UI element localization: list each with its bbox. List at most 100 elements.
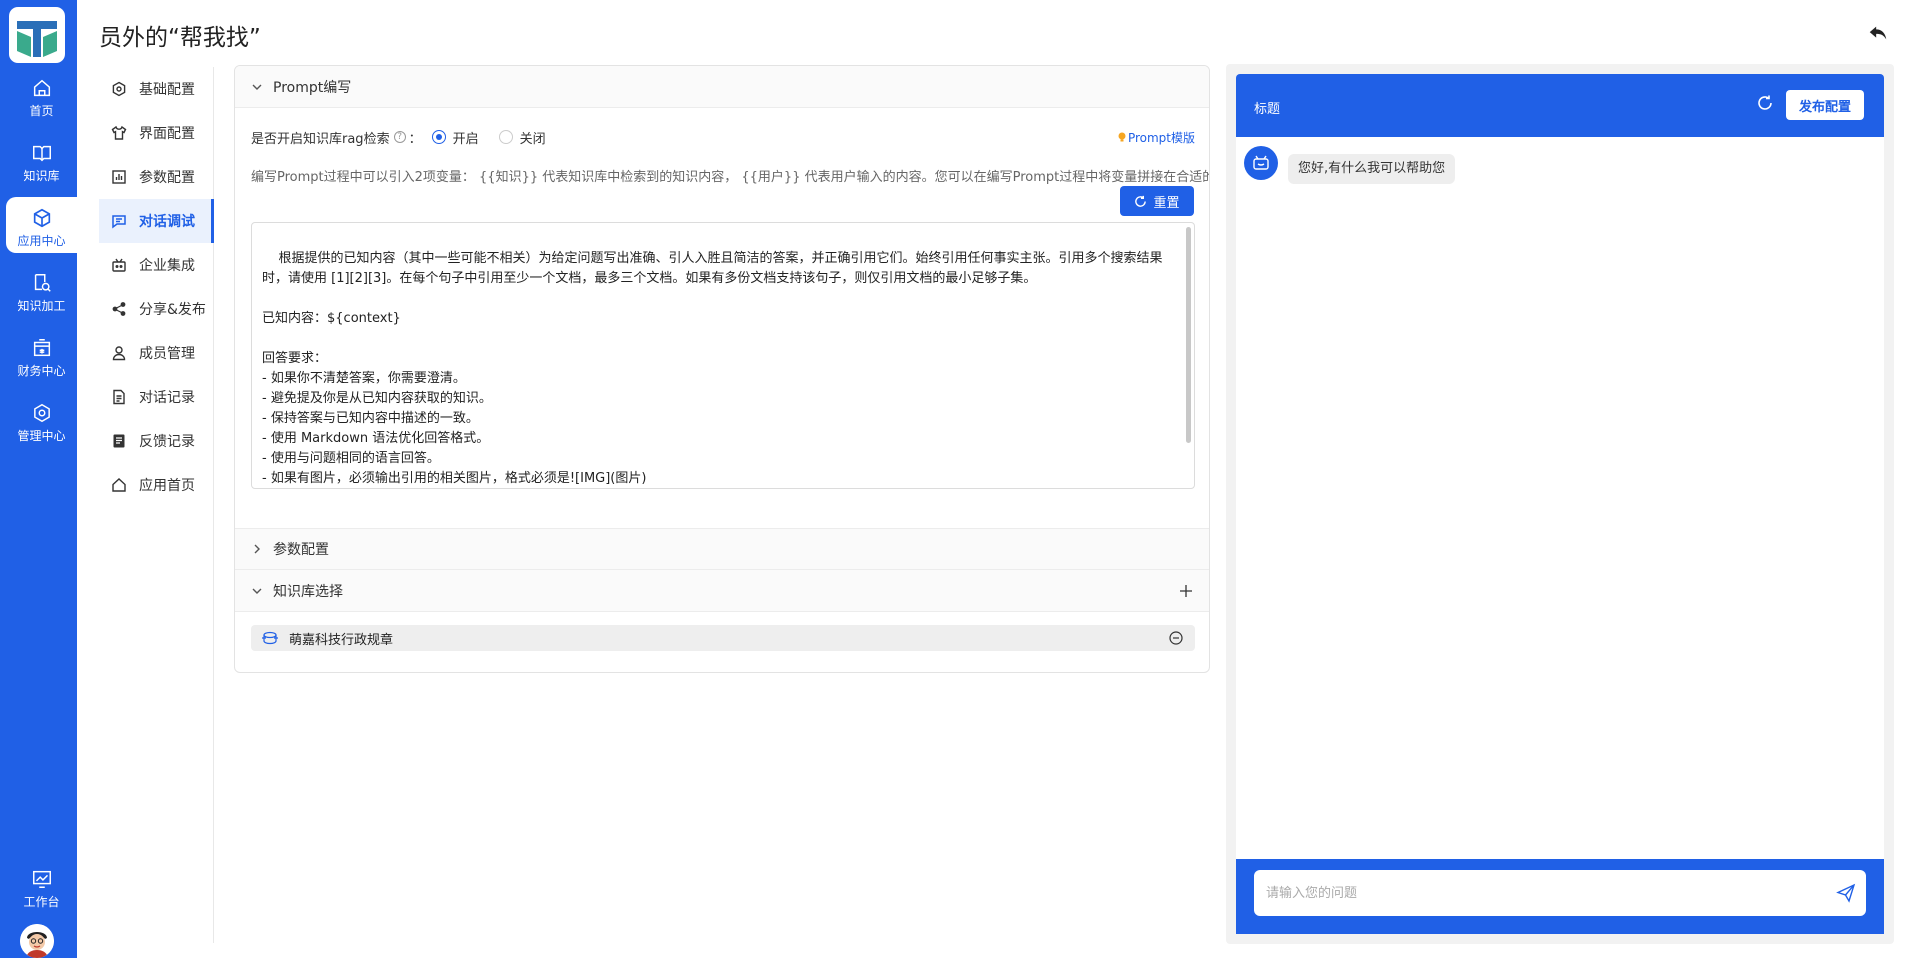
prompt-section-header[interactable]: Prompt编写 — [235, 66, 1209, 108]
page-title: 员外的“帮我找” — [99, 25, 261, 51]
share-icon — [112, 302, 126, 316]
bot-message: 您好,有什么我可以帮助您 — [1288, 154, 1456, 184]
prompt-textarea[interactable]: 根据提供的已知内容（其中一些可能不相关）为给定问题写出准确、引人入胜且简洁的答案… — [251, 222, 1195, 489]
template-link-label: Prompt模版 — [1127, 130, 1195, 145]
cube-icon — [33, 208, 50, 228]
nav-item-label: 知识加工 — [17, 299, 66, 313]
gear-icon — [33, 403, 50, 423]
section-title: Prompt编写 — [273, 79, 352, 96]
target-icon — [112, 81, 126, 97]
kb-item-name: 萌嘉科技行政规章 — [289, 632, 394, 648]
book-icon — [32, 145, 51, 162]
bar-chart-icon — [112, 170, 126, 184]
menu-item-ui-config[interactable]: 界面配置 — [99, 111, 214, 155]
menu-item-label: 参数配置 — [139, 170, 195, 186]
notebook-icon — [113, 434, 125, 448]
kb-section-header[interactable]: 知识库选择 — [235, 570, 1209, 612]
menu-item-label: 对话记录 — [139, 390, 195, 406]
nav-item-label: 知识库 — [23, 169, 60, 183]
param-section-header[interactable]: 参数配置 — [235, 528, 1209, 570]
rag-on-label[interactable]: 开启 — [453, 128, 479, 147]
chat-input-bar — [1236, 859, 1884, 934]
nav-item-knowledge-processing[interactable]: 知识加工 — [6, 262, 77, 318]
reset-label: 重置 — [1153, 194, 1180, 210]
menu-item-chat-records[interactable]: 对话记录 — [99, 375, 214, 419]
document-icon — [113, 389, 125, 405]
reset-button[interactable]: 重置 — [1120, 186, 1194, 216]
config-panel: Prompt编写 是否开启知识库rag检索 ? ： 开启 关闭 Prompt模版… — [234, 65, 1210, 673]
menu-item-feedback-records[interactable]: 反馈记录 — [99, 419, 214, 463]
section-title: 参数配置 — [273, 542, 329, 558]
finance-icon — [33, 339, 50, 357]
chat-messages: 您好,有什么我可以帮助您 — [1236, 137, 1884, 859]
chat-header: 标题 发布配置 — [1236, 74, 1884, 137]
rag-label: 是否开启知识库rag检索 — [251, 131, 390, 147]
chat-title: 标题 — [1254, 102, 1281, 117]
menu-item-label: 界面配置 — [139, 126, 195, 142]
nav-item-app-center[interactable]: 应用中心 — [6, 197, 77, 253]
user-avatar[interactable] — [20, 924, 54, 958]
menu-item-label: 分享&发布 — [139, 302, 206, 318]
menu-item-chat-debug[interactable]: 对话调试 — [99, 199, 214, 243]
rag-off-label[interactable]: 关闭 — [520, 128, 546, 147]
lightbulb-icon — [1118, 132, 1126, 142]
app-logo — [9, 7, 65, 63]
back-arrow-icon[interactable] — [1867, 22, 1889, 44]
menu-item-basic-config[interactable]: 基础配置 — [99, 67, 214, 111]
nav-item-home[interactable]: 首页 — [6, 67, 77, 123]
plus-icon[interactable] — [1179, 584, 1193, 598]
menu-item-label: 成员管理 — [139, 346, 195, 362]
nav-item-knowledge-base[interactable]: 知识库 — [6, 132, 77, 188]
home-icon — [33, 79, 50, 97]
home-icon — [112, 478, 126, 492]
rag-toggle-row: 是否开启知识库rag检索 ? ： 开启 关闭 Prompt模版 — [251, 126, 1195, 148]
robot-icon — [1253, 155, 1269, 170]
prompt-text: 根据提供的已知内容（其中一些可能不相关）为给定问题写出准确、引人入胜且简洁的答案… — [262, 251, 1163, 486]
help-icon[interactable]: ? — [393, 131, 406, 143]
robot-icon — [112, 258, 126, 272]
user-icon — [112, 346, 126, 361]
menu-item-member-management[interactable]: 成员管理 — [99, 331, 214, 375]
doc-search-icon — [34, 274, 51, 292]
nav-item-label: 财务中心 — [17, 364, 66, 378]
chat-input[interactable] — [1254, 870, 1866, 916]
chat-icon — [112, 215, 126, 229]
shirt-icon — [111, 125, 127, 140]
main-nav: 首页 知识库 应用中心 知识加工 财务中心 管理中心 工作台 — [0, 0, 77, 958]
menu-item-share-publish[interactable]: 分享&发布 — [99, 287, 214, 331]
refresh-icon — [1135, 195, 1147, 207]
menu-item-app-home[interactable]: 应用首页 — [99, 463, 214, 507]
refresh-icon[interactable] — [1756, 94, 1774, 112]
menu-item-label: 对话调试 — [139, 214, 195, 230]
nav-item-label: 工作台 — [23, 895, 60, 909]
rag-off-radio[interactable] — [498, 130, 513, 144]
bot-avatar — [1244, 146, 1278, 180]
kb-list-item: 萌嘉科技行政规章 — [251, 625, 1195, 651]
chevron-right-icon — [254, 544, 260, 554]
menu-item-label: 基础配置 — [139, 82, 195, 98]
nav-item-label: 首页 — [29, 104, 54, 118]
scrollbar-thumb[interactable] — [1186, 227, 1191, 443]
section-title: 知识库选择 — [273, 583, 343, 600]
menu-item-label: 企业集成 — [139, 258, 195, 274]
chevron-down-icon — [252, 84, 262, 90]
prompt-description: 编写Prompt过程中可以引入2项变量： {{知识}} 代表知识库中检索到的知识… — [251, 170, 1210, 185]
monitor-chart-icon — [32, 870, 51, 888]
menu-item-param-config[interactable]: 参数配置 — [99, 155, 214, 199]
menu-item-label: 应用首页 — [139, 478, 195, 494]
rag-on-radio[interactable] — [431, 130, 446, 144]
menu-item-enterprise-integration[interactable]: 企业集成 — [99, 243, 214, 287]
publish-config-button[interactable]: 发布配置 — [1786, 90, 1864, 120]
prompt-template-link[interactable]: Prompt模版 — [1116, 129, 1195, 146]
nav-item-finance-center[interactable]: 财务中心 — [6, 327, 77, 383]
database-icon — [262, 631, 278, 645]
nav-item-workbench[interactable]: 工作台 — [6, 858, 77, 914]
send-icon[interactable] — [1836, 883, 1856, 903]
menu-item-label: 反馈记录 — [139, 434, 195, 450]
nav-item-management-center[interactable]: 管理中心 — [6, 392, 77, 448]
nav-item-label: 管理中心 — [17, 429, 66, 443]
nav-item-label: 应用中心 — [17, 234, 66, 248]
remove-circle-icon[interactable] — [1169, 631, 1183, 645]
rag-label-colon: ： — [408, 131, 422, 147]
app-settings-menu: 基础配置 界面配置 参数配置 对话调试 企业集成 分享&发布 成员管理 对话记录… — [99, 67, 214, 943]
